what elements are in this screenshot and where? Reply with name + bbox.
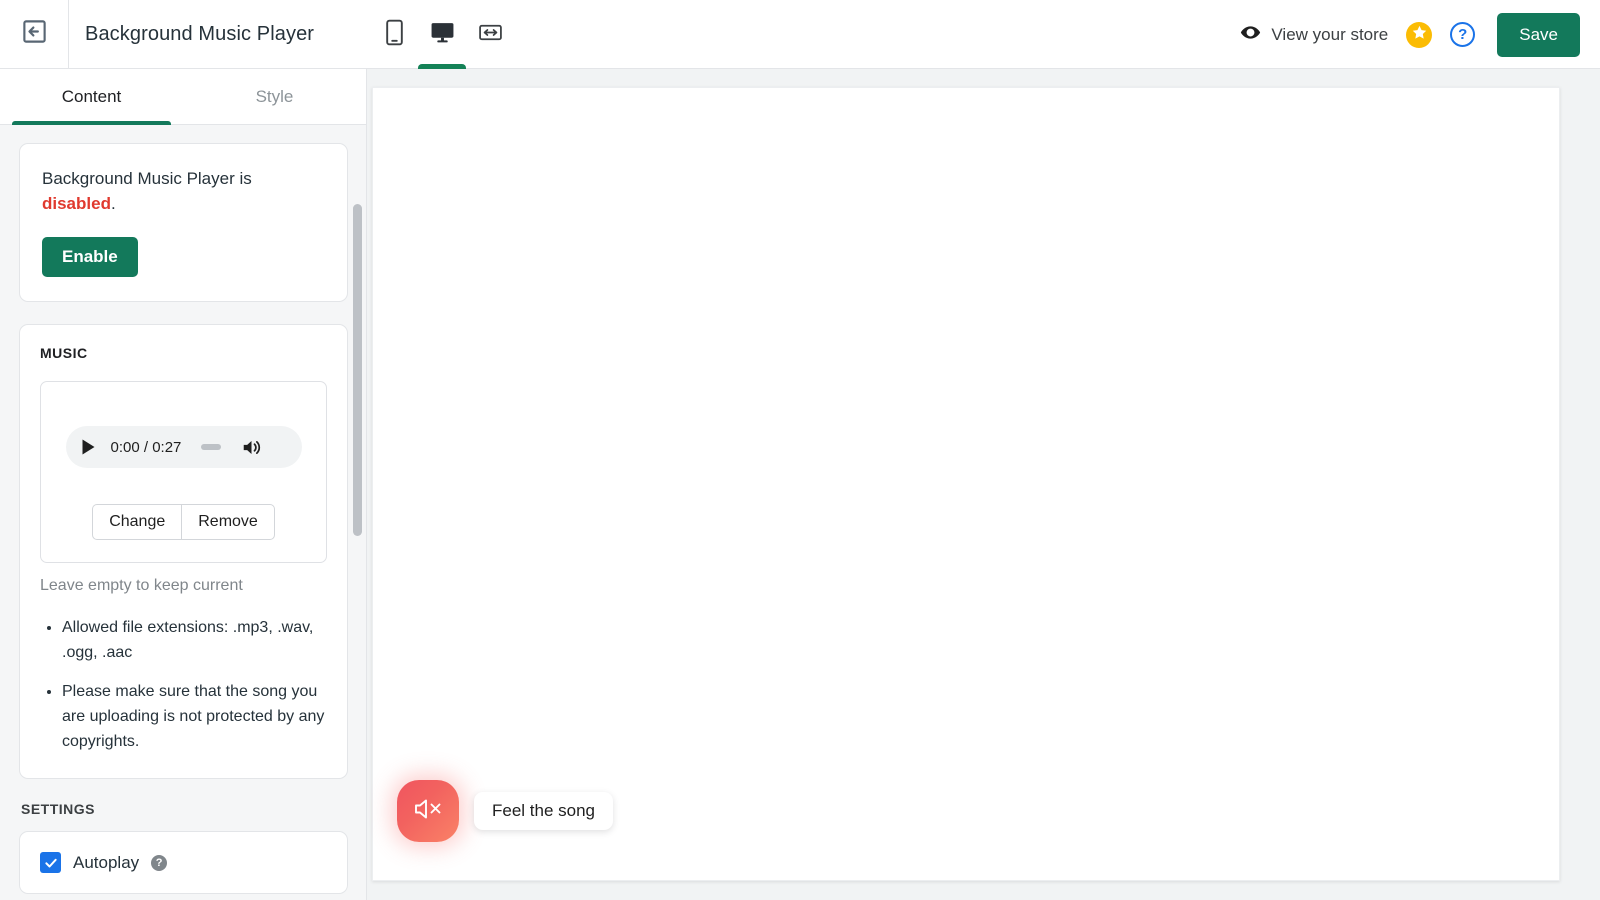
- autoplay-label: Autoplay: [73, 853, 139, 873]
- audio-help-note: Leave empty to keep current: [40, 577, 327, 595]
- back-button[interactable]: [0, 0, 69, 68]
- list-item: Please make sure that the song you are u…: [62, 679, 327, 754]
- change-audio-button[interactable]: Change: [92, 504, 181, 540]
- speaker-muted-icon: [412, 794, 444, 829]
- sidebar: Content Style Background Music Player is…: [0, 69, 367, 900]
- status-card: Background Music Player is disabled. Ena…: [19, 143, 348, 302]
- preview-area: Feel the song: [368, 69, 1600, 900]
- autoplay-row[interactable]: Autoplay ?: [40, 852, 327, 873]
- device-preview-switcher: [378, 0, 506, 69]
- status-suffix: .: [111, 194, 116, 213]
- tab-style[interactable]: Style: [183, 69, 366, 124]
- eye-icon: [1240, 22, 1261, 48]
- tab-content-label: Content: [62, 87, 122, 107]
- autoplay-checkbox[interactable]: [40, 852, 61, 873]
- music-widget-preview: Feel the song: [397, 780, 613, 842]
- device-fullwidth-button[interactable]: [474, 13, 506, 57]
- music-card: MUSIC 0:00 / 0:27: [19, 324, 348, 779]
- view-store-button[interactable]: View your store: [1240, 22, 1388, 48]
- top-bar-actions: View your store ? Save: [1240, 0, 1600, 69]
- settings-section-title: SETTINGS: [21, 801, 348, 817]
- device-mobile-button[interactable]: [378, 13, 410, 57]
- status-prefix: Background Music Player is: [42, 169, 252, 188]
- list-item: Allowed file extensions: .mp3, .wav, .og…: [62, 615, 327, 665]
- autoplay-info-icon[interactable]: ?: [151, 855, 167, 871]
- sidebar-tabs: Content Style: [0, 69, 366, 125]
- audio-time-display: 0:00 / 0:27: [111, 439, 182, 456]
- desktop-icon: [430, 20, 455, 50]
- audio-player[interactable]: 0:00 / 0:27: [66, 426, 302, 468]
- tab-content[interactable]: Content: [0, 69, 183, 124]
- music-section-title: MUSIC: [40, 345, 327, 361]
- view-store-label: View your store: [1271, 25, 1388, 45]
- audio-upload-box: 0:00 / 0:27 Change Remove: [40, 381, 327, 563]
- music-toggle-button[interactable]: [397, 780, 459, 842]
- resize-horizontal-icon: [478, 20, 503, 50]
- help-button[interactable]: ?: [1450, 22, 1475, 47]
- status-message: Background Music Player is disabled.: [42, 166, 325, 216]
- audio-requirements-list: Allowed file extensions: .mp3, .wav, .og…: [40, 615, 327, 754]
- play-icon[interactable]: [80, 438, 97, 456]
- enable-button[interactable]: Enable: [42, 237, 138, 277]
- sidebar-scrollbar-thumb[interactable]: [353, 204, 362, 536]
- remove-audio-button[interactable]: Remove: [181, 504, 275, 540]
- status-badge: disabled: [42, 194, 111, 213]
- music-widget-label[interactable]: Feel the song: [474, 792, 613, 830]
- audio-actions: Change Remove: [41, 504, 326, 540]
- star-icon: [1411, 24, 1428, 46]
- mobile-icon: [385, 19, 404, 51]
- store-preview-canvas: Feel the song: [372, 87, 1560, 881]
- back-arrow-icon: [21, 18, 48, 50]
- volume-icon[interactable]: [241, 438, 262, 457]
- sidebar-content: Background Music Player is disabled. Ena…: [0, 125, 367, 900]
- sidebar-scrollbar[interactable]: [353, 194, 362, 884]
- audio-progress-bar[interactable]: [201, 444, 221, 450]
- page-title: Background Music Player: [85, 23, 314, 46]
- question-mark-icon: ?: [1458, 26, 1467, 43]
- device-desktop-button[interactable]: [426, 13, 458, 57]
- settings-card: Autoplay ?: [19, 831, 348, 894]
- tab-style-label: Style: [256, 87, 294, 107]
- star-badge-button[interactable]: [1406, 22, 1432, 48]
- save-button[interactable]: Save: [1497, 13, 1580, 57]
- top-bar: Background Music Player: [0, 0, 1600, 69]
